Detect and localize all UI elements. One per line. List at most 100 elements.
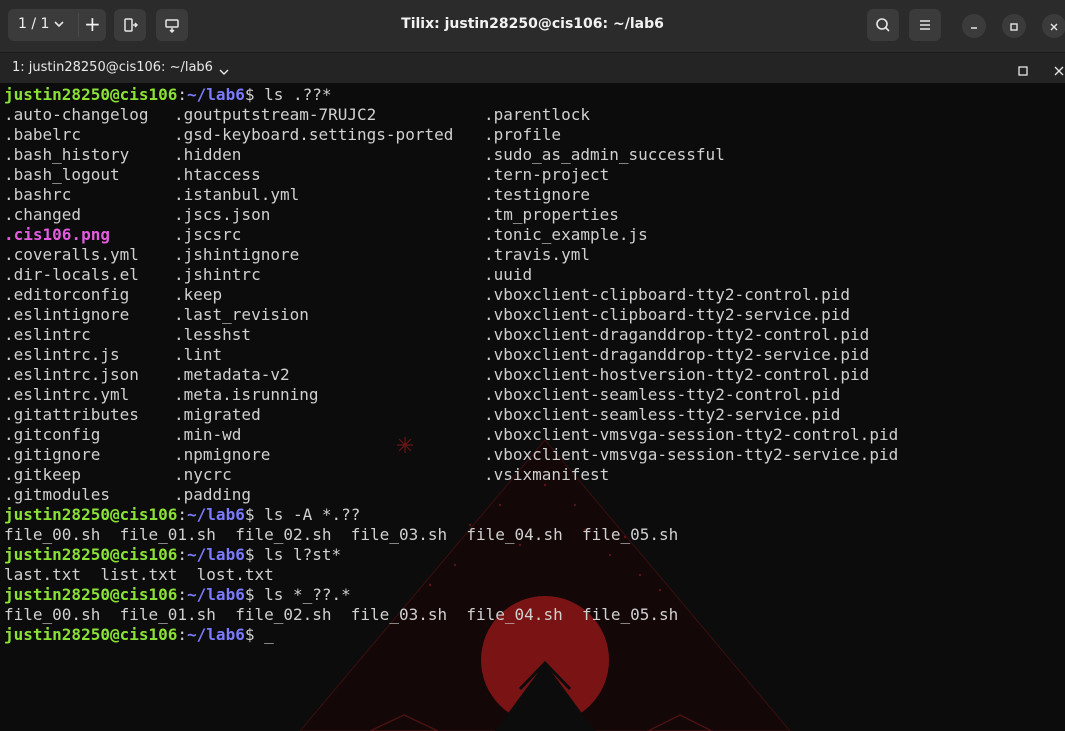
file-entry: .jshintrc [174,265,261,284]
file-entry: .tern-project [484,165,610,184]
command-text: ls l?st* [264,545,342,564]
chevron-down-icon[interactable] [218,63,230,82]
file-entry: .vboxclient-clipboard-tty2-control.pid [484,285,851,304]
prompt-line: justin28250@cis106:~/lab6$ ls -A *.?? [4,505,678,525]
terminal-tab-title[interactable]: 1: justin28250@cis106: ~/lab6 [12,60,213,75]
file-entry: .editorconfig [4,285,130,304]
prompt-line: justin28250@cis106:~/lab6$ _ [4,625,678,645]
close-icon [1053,62,1065,81]
file-entry: .eslintrc.js [4,345,120,364]
file-entry: .eslintrc.json [4,365,139,384]
maximize-button[interactable] [1002,14,1026,38]
close-button[interactable] [1042,14,1065,38]
close-icon [1049,17,1059,36]
close-terminal-button[interactable] [1053,62,1065,81]
terminal-output: justin28250@cis106:~/lab6$ ls .??* .auto… [4,85,898,645]
prompt-separator: : [177,625,188,644]
file-entry: .vboxclient-vmsvga-session-tty2-control.… [484,425,899,444]
listing-row: .gitconfig .min-wd .vboxclient-vmsvga-sess… [4,425,898,445]
prompt-end: $ [244,625,265,644]
prompt-user: justin28250@cis106 [4,85,178,104]
file-entry: .jscsrc [174,225,242,244]
prompt-path: ~/lab6 [187,505,245,524]
prompt-user: justin28250@cis106 [4,505,178,524]
file-entry: .bash_logout [4,165,120,184]
file-entry: .tonic_example.js [484,225,648,244]
listing-row: .gitkeep .nycrc .vsixmanifest [4,465,678,485]
listing-row: .bash_logout .htaccess .tern-project [4,165,678,185]
file-entry: .eslintrc.yml [4,385,130,404]
file-entry: .keep [174,285,223,304]
file-entry: .eslintignore [4,305,130,324]
file-entry: .lesshst [174,325,252,344]
file-entry: .gitignore [4,445,101,464]
prompt-user: justin28250@cis106 [4,545,178,564]
file-entry: .vboxclient-clipboard-tty2-service.pid [484,305,851,324]
file-entry: .uuid [484,265,533,284]
file-entry: .migrated [174,405,261,424]
listing-row: .eslintrc .lesshst .vboxclient-draganddrop… [4,325,869,345]
file-entry: .cis106.png [4,225,110,244]
prompt-user: justin28250@cis106 [4,625,178,644]
file-entry: .meta.isrunning [174,385,319,404]
prompt-line: justin28250@cis106:~/lab6$ ls .??* [4,85,678,105]
file-entry: .gitmodules [4,485,110,504]
prompt-end: $ [244,505,265,524]
title-bar: 1 / 1 + Tilix: justin28250@cis106: ~/lab… [0,0,1065,52]
listing-row: .gitmodules .padding [4,485,678,505]
file-entry: .metadata-v2 [174,365,290,384]
file-entry: .auto-changelog [4,105,149,124]
terminal-area[interactable]: justin28250@cis106:~/lab6$ ls .??* .auto… [0,85,1065,731]
listing-row: .bash_history .hidden .sudo_as_admin_succe… [4,145,725,165]
file-entry: .bash_history [4,145,130,164]
listing-row: .bashrc .istanbul.yml .testignore [4,185,678,205]
file-entry: .profile [484,125,562,144]
file-entry: .vboxclient-seamless-tty2-service.pid [484,405,841,424]
listing-row: .dir-locals.el .jshintrc .uuid [4,265,678,285]
file-entry: .babelrc [4,125,82,144]
search-icon [875,17,891,33]
file-entry: .gitattributes [4,405,139,424]
file-entry: .nycrc [174,465,232,484]
prompt-path: ~/lab6 [187,625,245,644]
prompt-separator: : [177,545,188,564]
menu-button[interactable] [909,9,941,41]
file-entry: .changed [4,205,82,224]
file-entry: .hidden [174,145,242,164]
terminal-tab-bar: 1: justin28250@cis106: ~/lab6 [0,52,1065,83]
minimize-button[interactable] [962,14,986,38]
listing-row: .eslintrc.json .metadata-v2 .vboxclient-ho… [4,365,869,385]
prompt-path: ~/lab6 [187,85,245,104]
prompt-separator: : [177,85,188,104]
prompt-end: $ [244,585,265,604]
file-entry: .sudo_as_admin_successful [484,145,725,164]
listing-row: .coveralls.yml .jshintignore .travis.yml [4,245,678,265]
file-entry: .htaccess [174,165,261,184]
command-text: ls *_??.* [264,585,351,604]
maximize-terminal-button[interactable] [1017,62,1029,81]
command-output: file_00.sh file_01.sh file_02.sh file_03… [4,605,679,624]
prompt-separator: : [177,585,188,604]
command-text: ls .??* [264,85,332,104]
maximize-icon [1009,17,1019,36]
prompt-end: $ [244,85,265,104]
listing-row: .gitignore .npmignore .vboxclient-vmsvga-s… [4,445,898,465]
file-entry: .padding [174,485,252,504]
prompt-user: justin28250@cis106 [4,585,178,604]
listing-row: .eslintignore .last_revision .vboxclient-c… [4,305,850,325]
search-button[interactable] [867,9,899,41]
listing-row: .changed .jscs.json .tm_properties [4,205,678,225]
file-entry: .travis.yml [484,245,590,264]
window-title: Tilix: justin28250@cis106: ~/lab6 [401,16,664,32]
listing-row: .auto-changelog .goutputstream-7RUJC2 .par… [4,105,678,125]
file-entry: .coveralls.yml [4,245,139,264]
hamburger-menu-icon [918,18,932,32]
command-text: ls -A *.?? [264,505,361,524]
prompt-line: justin28250@cis106:~/lab6$ ls l?st* [4,545,678,565]
maximize-icon [1017,62,1029,81]
file-entry: .last_revision [174,305,309,324]
file-entry: .gsd-keyboard.settings-ported [174,125,454,144]
file-entry: .bashrc [4,185,72,204]
file-entry: .vsixmanifest [484,465,610,484]
file-entry: .vboxclient-draganddrop-tty2-control.pid [484,325,870,344]
